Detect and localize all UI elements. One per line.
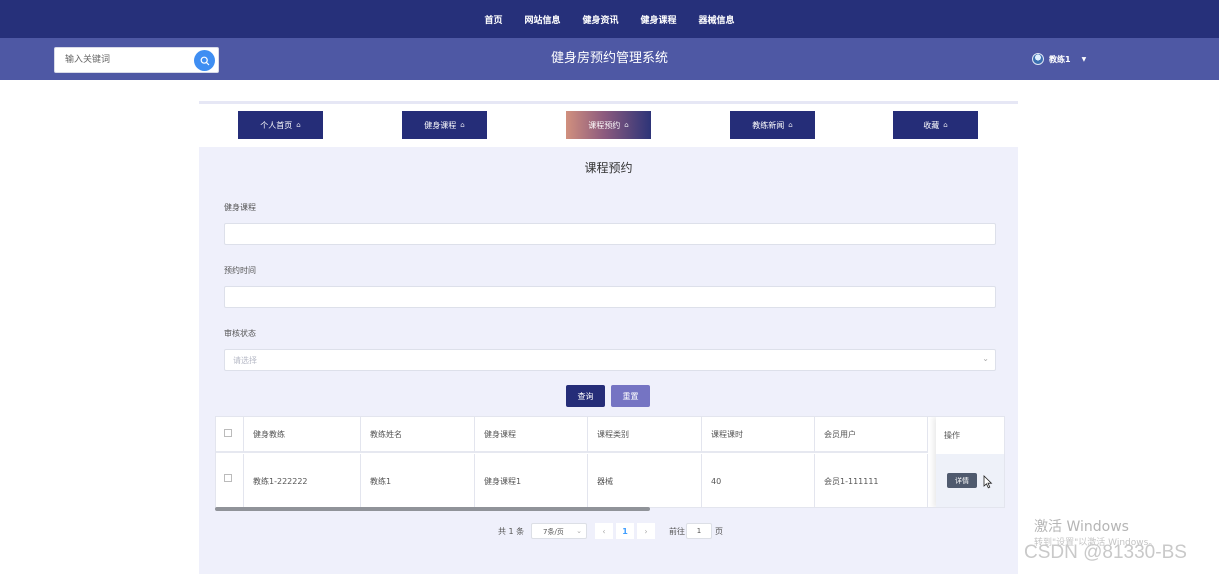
search-input[interactable] (55, 48, 191, 72)
home-icon: ⌂ (460, 121, 465, 129)
avatar (1032, 53, 1044, 65)
operation-cell: 详情 (936, 454, 1004, 507)
column-header[interactable]: 课程类别 (588, 417, 702, 453)
table-cell: 40 (702, 454, 815, 507)
query-button[interactable]: 查询 (566, 385, 605, 407)
home-icon: ⌂ (624, 121, 629, 129)
column-header[interactable]: 课程课时 (702, 417, 815, 453)
reset-button[interactable]: 重置 (611, 385, 650, 407)
caret-down-icon: ▼ (1081, 55, 1087, 63)
select-all-checkbox[interactable] (224, 429, 232, 437)
search-box (54, 47, 219, 73)
status-label: 审核状态 (224, 329, 256, 338)
windows-activation-title: 激活 Windows (1034, 519, 1129, 535)
tab-favorites[interactable]: 收藏 ⌂ (893, 111, 978, 139)
data-table: 健身教练 教练姓名 健身课程 课程类别 课程课时 会员用户 教练1-222222… (215, 416, 1005, 508)
column-header[interactable]: 会员用户 (815, 417, 928, 453)
tab-course-booking[interactable]: 课程预约 ⌂ (566, 111, 651, 139)
nav-item-home[interactable]: 首页 (484, 13, 502, 26)
table-cell: 器械 (588, 454, 702, 507)
row-checkbox[interactable] (224, 474, 232, 482)
search-icon (200, 56, 209, 65)
detail-button[interactable]: 详情 (947, 473, 977, 488)
page-size-value: 7条/页 (543, 528, 564, 536)
course-input[interactable] (224, 223, 996, 245)
nav-item-equipment-info[interactable]: 器械信息 (699, 13, 735, 26)
top-nav: 首页 网站信息 健身资讯 健身课程 器械信息 (0, 0, 1219, 38)
chevron-down-icon: ⌄ (576, 527, 582, 535)
course-label: 健身课程 (224, 203, 256, 212)
page-size-select[interactable]: 7条/页 ⌄ (531, 523, 587, 539)
pagination: 共 1 条 7条/页 ⌄ ‹ 1 › 前往 1 页 (199, 523, 1018, 539)
next-page-button[interactable]: › (637, 523, 655, 539)
user-menu[interactable]: 教练1 ▼ (1032, 53, 1086, 65)
table-cell: 教练1 (361, 454, 475, 507)
page-title: 课程预约 (584, 161, 633, 175)
horizontal-scrollbar[interactable] (215, 507, 650, 511)
nav-item-site-info[interactable]: 网站信息 (524, 13, 560, 26)
page-suffix: 页 (715, 527, 723, 536)
nav-item-fitness-news[interactable]: 健身资讯 (582, 13, 618, 26)
tab-label: 个人首页 (260, 120, 293, 130)
tab-label: 健身课程 (424, 120, 457, 130)
time-input[interactable] (224, 286, 996, 308)
home-icon: ⌂ (788, 121, 793, 129)
tab-label: 教练新闻 (752, 120, 785, 130)
time-label: 预约时间 (224, 266, 256, 275)
home-icon: ⌂ (296, 121, 301, 129)
status-select[interactable]: 请选择 ⌄ (224, 349, 996, 371)
row-checkbox-cell (216, 454, 244, 507)
table-cell: 会员1-111111 (815, 454, 928, 507)
search-button[interactable] (194, 50, 215, 71)
table-cell: 健身课程1 (475, 454, 588, 507)
column-header[interactable]: 健身教练 (244, 417, 361, 453)
nav-item-fitness-courses[interactable]: 健身课程 (641, 13, 677, 26)
mouse-cursor-icon (983, 475, 993, 489)
main-panel: 个人首页 ⌂ 健身课程 ⌂ 课程预约 ⌂ 教练新闻 ⌂ 收藏 ⌂ 课程预约 健身… (199, 101, 1018, 574)
chevron-down-icon: ⌄ (982, 354, 989, 363)
operation-column: 操作 详情 (936, 417, 1004, 507)
tab-label: 收藏 (923, 120, 940, 130)
goto-page-input[interactable]: 1 (686, 523, 712, 539)
tab-label: 课程预约 (588, 120, 621, 130)
table-cell: 教练1-222222 (244, 454, 361, 507)
goto-label: 前往 (669, 527, 685, 536)
tab-strip: 个人首页 ⌂ 健身课程 ⌂ 课程预约 ⌂ 教练新闻 ⌂ 收藏 ⌂ (199, 104, 1018, 147)
page-number[interactable]: 1 (616, 523, 634, 539)
column-header: 操作 (944, 431, 960, 440)
prev-page-button[interactable]: ‹ (595, 523, 613, 539)
home-icon: ⌂ (943, 121, 948, 129)
tab-fitness-courses[interactable]: 健身课程 ⌂ (402, 111, 487, 139)
total-count: 共 1 条 (498, 527, 525, 536)
csdn-watermark: CSDN @81330-BS (1024, 542, 1187, 563)
username: 教练1 (1049, 54, 1071, 64)
column-header[interactable]: 健身课程 (475, 417, 588, 453)
header-checkbox-cell (216, 417, 244, 453)
status-placeholder: 请选择 (233, 356, 257, 365)
tab-personal-home[interactable]: 个人首页 ⌂ (238, 111, 323, 139)
tab-coach-news[interactable]: 教练新闻 ⌂ (730, 111, 815, 139)
column-header[interactable]: 教练姓名 (361, 417, 475, 453)
header-bar: 健身房预约管理系统 教练1 ▼ (0, 38, 1219, 80)
